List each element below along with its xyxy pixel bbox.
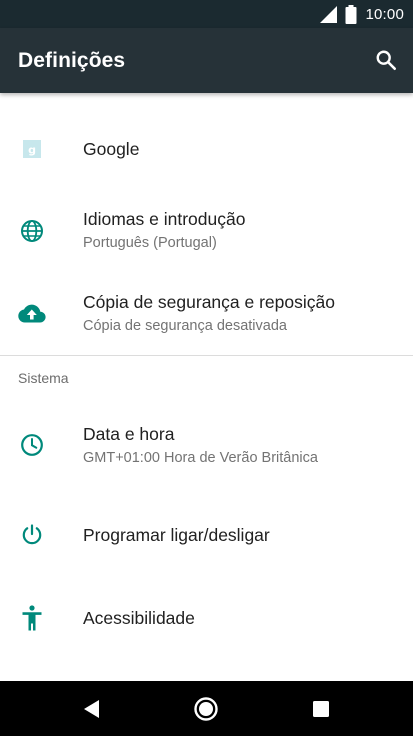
settings-item-subtitle: Português (Portugal): [83, 235, 217, 251]
page-title: Definições: [18, 49, 126, 72]
svg-text:g: g: [28, 144, 36, 157]
settings-item-title: Google: [83, 139, 140, 159]
navigation-bar: [0, 681, 413, 736]
app-bar: Definições: [0, 28, 413, 93]
section-header-system: Sistema: [18, 370, 69, 386]
home-icon: [194, 697, 218, 721]
settings-item-title: Data e hora: [83, 424, 175, 444]
cloud-upload-icon: [18, 300, 46, 328]
globe-icon: [18, 217, 46, 245]
search-button[interactable]: [373, 47, 399, 73]
signal-icon: [320, 5, 338, 23]
settings-item-scheduled-power[interactable]: Programar ligar/desligar: [0, 493, 413, 577]
accessibility-icon: [18, 604, 46, 632]
power-icon: [18, 521, 46, 549]
settings-item-title: Cópia de segurança e reposição: [83, 292, 335, 312]
search-icon: [376, 50, 396, 70]
settings-item-google[interactable]: g Google: [0, 109, 413, 189]
section-divider: [0, 355, 413, 356]
status-time: 10:00: [365, 5, 404, 23]
settings-item-subtitle: Cópia de segurança desativada: [83, 318, 287, 334]
settings-item-backup-reset[interactable]: Cópia de segurança e reposição Cópia de …: [0, 271, 413, 355]
recents-icon: [313, 701, 329, 717]
settings-item-language-input[interactable]: Idiomas e introdução Português (Portugal…: [0, 189, 413, 271]
settings-item-subtitle: GMT+01:00 Hora de Verão Britânica: [83, 450, 318, 466]
clock-icon: [18, 431, 46, 459]
recents-button[interactable]: [306, 694, 336, 724]
status-icons: 10:00: [320, 0, 404, 28]
home-button[interactable]: [191, 694, 221, 724]
google-icon: g: [18, 135, 46, 163]
settings-item-title: Programar ligar/desligar: [83, 525, 270, 545]
battery-icon: [345, 4, 357, 24]
status-bar: 10:00: [0, 0, 413, 28]
settings-item-title: Idiomas e introdução: [83, 209, 246, 229]
back-button[interactable]: [77, 694, 107, 724]
settings-item-title: Acessibilidade: [83, 608, 195, 628]
settings-item-accessibility[interactable]: Acessibilidade: [0, 577, 413, 661]
settings-item-date-time[interactable]: Data e hora GMT+01:00 Hora de Verão Brit…: [0, 399, 413, 487]
back-icon: [84, 700, 99, 718]
